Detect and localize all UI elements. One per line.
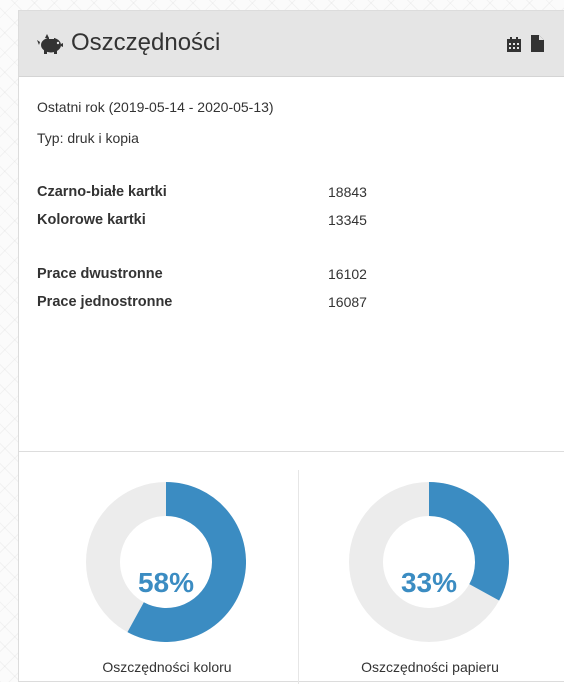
charts-divider [298,470,299,684]
simplex-jobs-value: 16087 [328,294,367,310]
savings-charts: 58% Oszczędności koloru 33% Oszczędności… [19,451,564,684]
widget-header: Oszczędności [19,11,564,77]
period-text: Ostatni rok (2019-05-14 - 2020-05-13) [37,99,274,115]
color-pages-label: Kolorowe kartki [37,212,146,228]
bw-pages-value: 18843 [328,184,367,200]
widget-title: Oszczędności [71,29,221,56]
document-icon[interactable] [531,35,544,52]
savings-widget: Oszczędności Ostatni rok (2019-05-14 - 2… [18,10,564,684]
job-type-text: Typ: druk i kopia [37,130,139,146]
piggy-bank-icon [37,34,63,54]
color-savings-gauge: 58% [86,482,246,642]
paper-savings-label: Oszczędności papieru [361,659,499,675]
color-pages-value: 13345 [328,212,367,228]
duplex-jobs-value: 16102 [328,266,367,282]
duplex-jobs-label: Prace dwustronne [37,266,163,282]
calendar-icon[interactable] [507,37,521,52]
bw-pages-label: Czarno-białe kartki [37,184,167,200]
simplex-jobs-label: Prace jednostronne [37,294,173,310]
color-savings-percent: 58% [137,567,195,598]
paper-savings-percent: 33% [400,567,458,598]
paper-savings-gauge: 33% [349,482,509,642]
color-savings-label: Oszczędności koloru [102,659,232,675]
